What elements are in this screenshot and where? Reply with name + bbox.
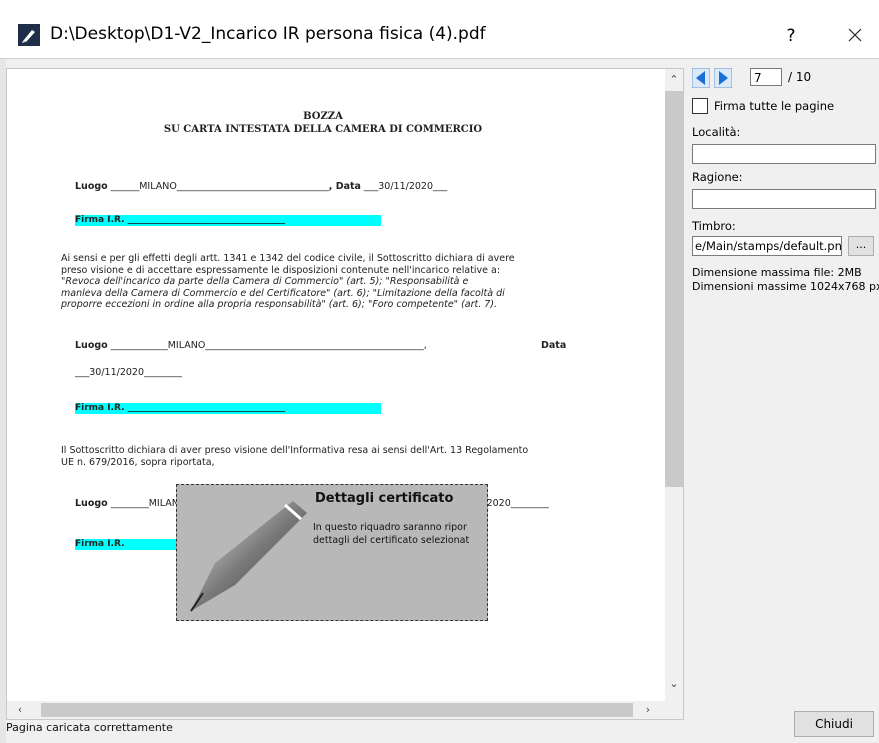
timbro-label: Timbro: bbox=[692, 219, 736, 233]
luogo-label: Luogo bbox=[75, 340, 108, 351]
doc-heading-bozza: BOZZA bbox=[303, 111, 343, 122]
window-title: D:\Desktop\D1-V2_Incarico IR persona fis… bbox=[50, 24, 486, 44]
scroll-left-icon[interactable]: ‹ bbox=[11, 701, 29, 719]
doc-heading-subtitle: SU CARTA INTESTATA DELLA CAMERA DI COMME… bbox=[163, 124, 483, 135]
firma-line-3: Firma I.R. bbox=[75, 539, 125, 549]
signature-options-panel: 7 / 10 Firma tutte le pagine Località: R… bbox=[686, 64, 879, 724]
data-label: Data bbox=[541, 340, 567, 351]
paragraph2-line: UE n. 679/2016, sopra riportata, bbox=[61, 456, 215, 468]
ragione-input[interactable] bbox=[692, 189, 876, 209]
close-button[interactable]: Chiudi bbox=[794, 711, 874, 737]
certificate-details-text: In questo riquadro saranno ripor dettagl… bbox=[313, 521, 469, 547]
pdf-viewer[interactable]: BOZZA SU CARTA INTESTATA DELLA CAMERA DI… bbox=[6, 68, 684, 720]
data-value: ___30/11/2020___ bbox=[364, 181, 448, 192]
paragraph1-line: manleva della Camera di Commercio e del … bbox=[61, 287, 505, 299]
luogo-label: Luogo bbox=[75, 181, 108, 192]
doc-row2: Luogo ____________MILANO________________… bbox=[75, 340, 427, 351]
doc-row3: Luogo ________MILANO bbox=[75, 498, 186, 509]
luogo-value: ______MILANO____________________________… bbox=[110, 181, 329, 192]
certificate-details-title: Dettagli certificato bbox=[315, 491, 454, 506]
page-number-input[interactable]: 7 bbox=[750, 68, 782, 86]
certificate-details-line: In questo riquadro saranno ripor bbox=[313, 522, 467, 533]
vertical-scroll-thumb[interactable] bbox=[665, 91, 683, 487]
ragione-label: Ragione: bbox=[692, 170, 743, 184]
previous-page-icon[interactable] bbox=[692, 68, 710, 88]
firma-line-2: Firma I.R. _____________________________… bbox=[75, 403, 286, 413]
localita-input[interactable] bbox=[692, 144, 876, 164]
data-label: , Data bbox=[328, 181, 361, 192]
paragraph1-line: Ai sensi e per gli effetti degli artt. 1… bbox=[61, 253, 515, 264]
doc-paragraph-1: Ai sensi e per gli effetti degli artt. 1… bbox=[61, 253, 579, 311]
localita-label: Località: bbox=[692, 125, 741, 139]
max-dimensions-info: Dimensioni massime 1024x768 px bbox=[692, 280, 879, 293]
scroll-right-icon[interactable]: › bbox=[639, 701, 657, 719]
horizontal-scroll-thumb[interactable] bbox=[41, 703, 633, 717]
data-value: ___30/11/2020________ bbox=[75, 367, 183, 378]
pen-app-icon bbox=[18, 24, 40, 46]
signature-field-overlay[interactable]: Dettagli certificato In questo riquadro … bbox=[176, 484, 488, 621]
close-icon[interactable] bbox=[838, 20, 872, 50]
luogo-label: Luogo bbox=[75, 498, 108, 509]
max-file-size-info: Dimensione massima file: 2MB bbox=[692, 266, 862, 279]
paragraph1-line: proporre eccezioni in ordine alla propri… bbox=[61, 299, 498, 310]
doc-row1: Luogo ______MILANO______________________… bbox=[75, 181, 447, 192]
scroll-down-icon[interactable]: ⌄ bbox=[665, 675, 683, 693]
certificate-details-line: dettagli del certificato selezionat bbox=[313, 535, 470, 546]
doc-paragraph-2: Il Sottoscritto dichiara di aver preso v… bbox=[61, 445, 579, 468]
help-button[interactable]: ? bbox=[780, 22, 802, 50]
firma-line-1: Firma I.R. _____________________________… bbox=[75, 215, 286, 225]
title-bar: D:\Desktop\D1-V2_Incarico IR persona fis… bbox=[0, 14, 879, 58]
browse-stamp-button[interactable]: ... bbox=[848, 236, 874, 256]
pen-graphic-icon bbox=[190, 501, 307, 612]
scroll-up-icon[interactable]: ⌃ bbox=[665, 71, 683, 89]
status-bar-text: Pagina caricata correttamente bbox=[6, 721, 173, 734]
sign-all-pages-checkbox[interactable] bbox=[692, 98, 708, 114]
luogo-value: ____________MILANO______________________… bbox=[110, 340, 427, 351]
sign-all-pages-label[interactable]: Firma tutte le pagine bbox=[714, 99, 834, 113]
paragraph1-line: preso visione e di accettare espressamen… bbox=[61, 264, 501, 276]
luogo-value: ________MILANO bbox=[110, 498, 187, 509]
stamp-path-input[interactable]: e/Main/stamps/default.png bbox=[692, 236, 842, 256]
paragraph2-line: Il Sottoscritto dichiara di aver preso v… bbox=[61, 445, 529, 456]
next-page-icon[interactable] bbox=[714, 68, 732, 88]
paragraph1-line: "Revoca dell'incarico da parte della Cam… bbox=[61, 276, 469, 287]
page-total-label: / 10 bbox=[788, 70, 812, 84]
top-strip bbox=[0, 0, 879, 14]
